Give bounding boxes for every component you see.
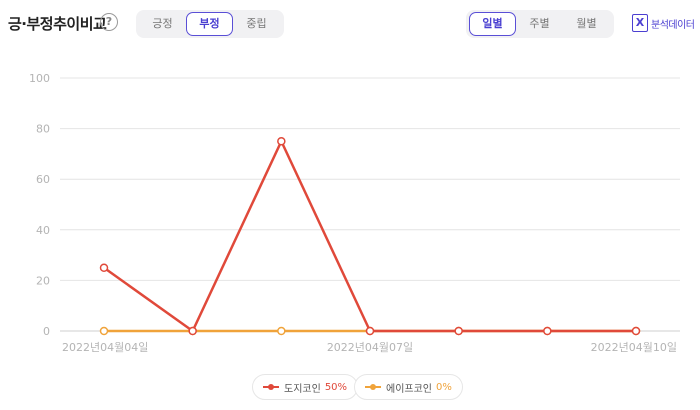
y-tick-label: 100 [29,72,50,85]
x-tick-label: 2022년04월07일 [327,340,413,354]
y-tick-label: 0 [43,325,50,338]
legend-label: 도지코인 [284,383,321,395]
legend-marker-dogecoin [263,382,279,392]
x-tick-label: 2022년04월10일 [591,340,677,354]
y-tick-label: 20 [36,274,50,287]
trend-line-chart: 100 80 60 40 20 0 2022년04월04일 2022년04월07일 2022년0… [29,72,680,354]
data-point [99,263,109,272]
y-tick-label: 80 [36,123,50,136]
legend-item-dogecoin[interactable]: 도지코인 50% [252,374,359,400]
x-tick-label: 2022년04월04일 [62,340,148,354]
legend-dot [268,384,274,390]
legend-percent: 50% [324,381,348,393]
data-point [277,137,286,146]
data-point [543,326,552,336]
data-point [365,326,375,336]
series-line [103,140,636,333]
legend-label: 에이프코인 [386,383,432,395]
legend-item-apecoin[interactable]: 에이프코인 0% [354,374,463,400]
legend-percent: 0% [436,381,452,393]
y-tick-label: 60 [36,173,50,186]
legend-dot [370,384,376,390]
data-point [188,326,197,336]
data-point [277,326,286,336]
y-tick-label: 40 [36,224,50,237]
data-point [99,326,109,336]
legend-marker-apecoin [365,382,381,392]
data-point [631,326,641,336]
data-point [454,326,463,336]
